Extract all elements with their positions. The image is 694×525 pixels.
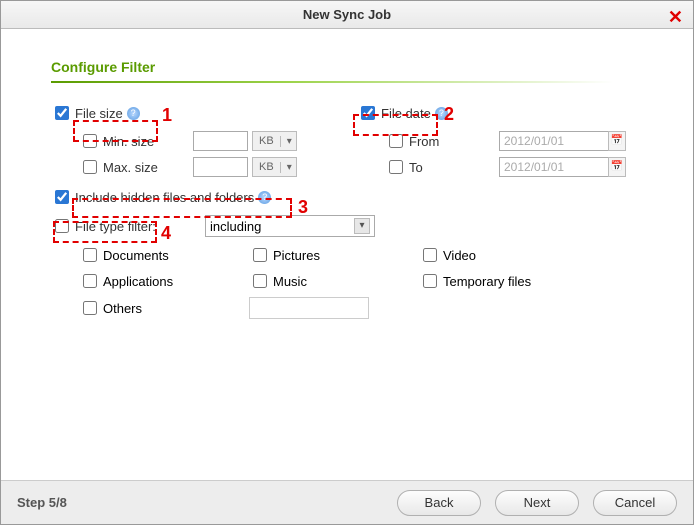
file-size-group: File size ? Min. size KB ▾ Max. size KB … [51, 103, 337, 183]
callout-number-4: 4 [161, 223, 171, 244]
chevron-down-icon: ▾ [354, 218, 370, 234]
type-applications-checkbox[interactable] [83, 274, 97, 288]
content-area: Configure Filter File size ? Min. size K… [1, 29, 693, 335]
file-type-mode-value: including [210, 219, 261, 234]
help-icon[interactable]: ? [127, 107, 140, 120]
unit-label: KB [253, 135, 280, 147]
type-documents-checkbox[interactable] [83, 248, 97, 262]
type-others-input[interactable] [249, 297, 369, 319]
next-button[interactable]: Next [495, 490, 579, 516]
file-type-filter-checkbox[interactable] [55, 219, 69, 233]
max-size-input[interactable] [193, 157, 248, 177]
type-video-label: Video [443, 248, 476, 263]
calendar-icon[interactable]: 📅 [608, 131, 626, 151]
help-icon[interactable]: ? [258, 191, 271, 204]
from-date-input[interactable] [499, 131, 609, 151]
type-others-checkbox[interactable] [83, 301, 97, 315]
window-title: New Sync Job [303, 7, 391, 22]
to-date-input[interactable] [499, 157, 609, 177]
unit-label: KB [253, 161, 280, 173]
section-title: Configure Filter [51, 59, 643, 81]
type-others-label: Others [103, 301, 142, 316]
max-size-checkbox[interactable] [83, 160, 97, 174]
file-date-checkbox[interactable] [361, 106, 375, 120]
include-hidden-checkbox[interactable] [55, 190, 69, 204]
file-date-label: File date [381, 106, 431, 121]
from-date-checkbox[interactable] [389, 134, 403, 148]
calendar-icon[interactable]: 📅 [608, 157, 626, 177]
close-icon[interactable]: ✕ [668, 3, 683, 31]
type-music-checkbox[interactable] [253, 274, 267, 288]
max-size-label: Max. size [103, 160, 193, 175]
callout-number-2: 2 [444, 104, 454, 125]
file-size-label: File size [75, 106, 123, 121]
type-pictures-label: Pictures [273, 248, 320, 263]
callout-number-3: 3 [298, 197, 308, 218]
to-date-label: To [409, 160, 499, 175]
type-music-label: Music [273, 274, 307, 289]
min-size-unit-dropdown[interactable]: KB ▾ [252, 131, 297, 151]
back-button[interactable]: Back [397, 490, 481, 516]
include-hidden-label: Include hidden files and folders [75, 190, 254, 205]
divider [51, 81, 643, 83]
chevron-down-icon: ▾ [280, 136, 296, 147]
file-size-checkbox[interactable] [55, 106, 69, 120]
titlebar: New Sync Job ✕ [1, 1, 693, 29]
file-date-group: File date ? From 📅 To 📅 [357, 103, 643, 183]
max-size-unit-dropdown[interactable]: KB ▾ [252, 157, 297, 177]
file-type-mode-dropdown[interactable]: including ▾ [205, 215, 375, 237]
type-applications-label: Applications [103, 274, 173, 289]
footer: Step 5/8 Back Next Cancel [1, 480, 693, 524]
type-temporary-checkbox[interactable] [423, 274, 437, 288]
type-video-checkbox[interactable] [423, 248, 437, 262]
callout-number-1: 1 [162, 105, 172, 126]
to-date-checkbox[interactable] [389, 160, 403, 174]
type-pictures-checkbox[interactable] [253, 248, 267, 262]
file-types-grid: Documents Pictures Video Applications Mu… [79, 245, 643, 319]
type-temporary-label: Temporary files [443, 274, 531, 289]
min-size-input[interactable] [193, 131, 248, 151]
cancel-button[interactable]: Cancel [593, 490, 677, 516]
type-documents-label: Documents [103, 248, 169, 263]
step-indicator: Step 5/8 [17, 495, 67, 510]
chevron-down-icon: ▾ [280, 162, 296, 173]
min-size-checkbox[interactable] [83, 134, 97, 148]
from-date-label: From [409, 134, 499, 149]
file-type-filter-label: File type filter: [75, 219, 205, 234]
min-size-label: Min. size [103, 134, 193, 149]
